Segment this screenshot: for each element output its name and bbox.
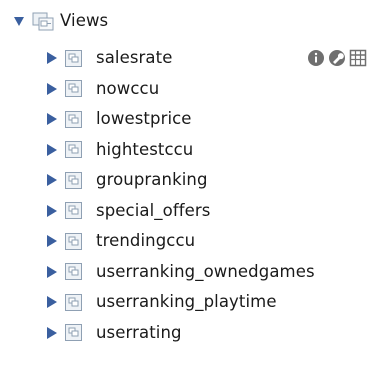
view-icon [65, 171, 82, 189]
tree-node-view[interactable]: trendingccu [45, 228, 195, 254]
tree-node-label: salesrate [96, 48, 173, 67]
view-icon [65, 232, 82, 250]
tree-node-label: special_offers [96, 200, 211, 220]
tree-node-label: groupranking [96, 170, 208, 189]
wrench-icon[interactable] [327, 49, 346, 68]
tree-node-label: Views [60, 11, 109, 30]
expand-triangle-right-icon[interactable] [45, 173, 59, 187]
expand-triangle-right-icon[interactable] [45, 51, 59, 65]
view-icon [65, 293, 82, 311]
view-icon [65, 80, 82, 97]
table-grid-icon[interactable] [348, 49, 367, 68]
expand-triangle-right-icon[interactable] [45, 143, 59, 157]
tree-node-view[interactable]: userranking_ownedgames [45, 259, 315, 285]
tree-node-label: hightestccu [96, 139, 194, 159]
views-folder-icon [32, 11, 54, 31]
tree-node-label: trendingccu [96, 231, 196, 250]
tree-node-view[interactable]: userranking_playtime [45, 289, 277, 315]
view-icon [65, 49, 82, 67]
expand-triangle-right-icon[interactable] [45, 112, 59, 126]
expand-triangle-right-icon[interactable] [45, 82, 59, 96]
tree-node-label: userrating [96, 322, 182, 342]
tree-node-view[interactable]: lowestprice [45, 106, 192, 132]
tree-node-label: userranking_playtime [96, 292, 277, 311]
view-icon [65, 202, 82, 219]
tree-node-label: userranking_ownedgames [96, 261, 315, 281]
tree-node-label: lowestprice [96, 109, 192, 128]
row-action-icons [306, 47, 367, 69]
expand-triangle-right-icon[interactable] [45, 234, 59, 248]
tree-node-views[interactable]: Views [12, 8, 108, 34]
view-icon [65, 263, 82, 280]
view-icon [65, 110, 82, 128]
tree-node-view[interactable]: salesrate [45, 45, 172, 71]
expand-triangle-down-icon[interactable] [12, 14, 26, 28]
tree-node-view[interactable]: groupranking [45, 167, 208, 193]
views-tree: Views salesrate nowccu lowestprice hightest… [0, 0, 389, 365]
expand-triangle-right-icon[interactable] [45, 265, 59, 279]
view-icon [65, 324, 82, 341]
view-icon [65, 141, 82, 158]
expand-triangle-right-icon[interactable] [45, 326, 59, 340]
tree-node-label: nowccu [96, 78, 160, 98]
info-icon[interactable] [306, 49, 325, 68]
tree-node-view[interactable]: hightestccu [45, 137, 193, 163]
expand-triangle-right-icon[interactable] [45, 204, 59, 218]
tree-node-view[interactable]: nowccu [45, 76, 159, 102]
tree-node-view[interactable]: userrating [45, 320, 182, 346]
tree-node-view[interactable]: special_offers [45, 198, 210, 224]
expand-triangle-right-icon[interactable] [45, 295, 59, 309]
